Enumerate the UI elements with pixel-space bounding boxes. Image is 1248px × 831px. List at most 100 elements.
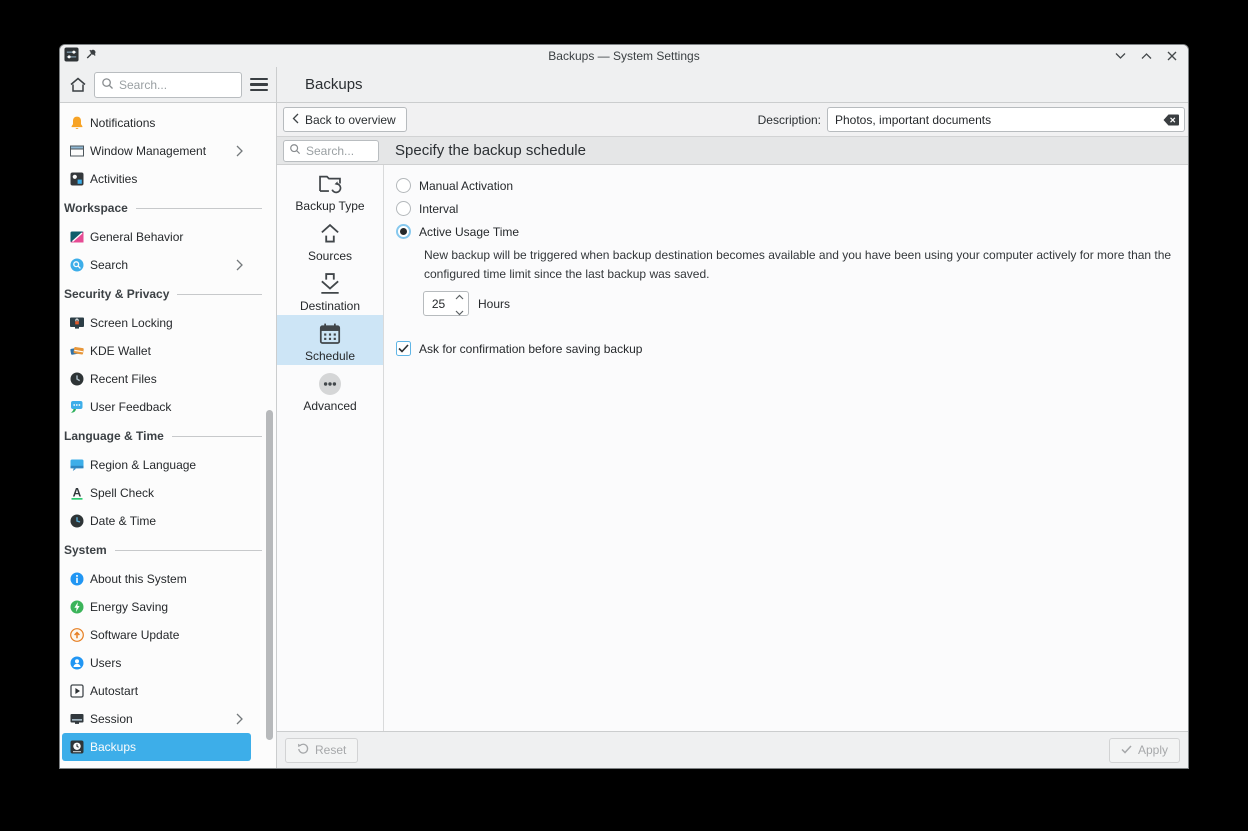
spin-down-icon[interactable] <box>455 305 464 319</box>
search-icon <box>289 143 301 158</box>
sidebar-section-system: System <box>60 535 262 565</box>
nav-item-backup-type[interactable]: Backup Type <box>277 165 383 215</box>
activities-icon <box>68 171 85 188</box>
chevron-right-icon <box>236 145 243 157</box>
session-icon <box>68 711 85 728</box>
desktop-background: Backups — System Settings <box>0 0 1248 831</box>
screen-locking-icon <box>68 315 85 332</box>
schedule-help-text: New backup will be triggered when backup… <box>424 246 1174 284</box>
check-icon <box>1121 743 1132 757</box>
sidebar-item-date-time[interactable]: Date & Time <box>62 507 251 535</box>
notifications-icon <box>68 115 85 132</box>
backups-icon <box>68 739 85 756</box>
radio-selected-icon <box>396 224 411 239</box>
schedule-form: Manual Activation Interval Active Usage … <box>384 165 1188 731</box>
app-icon <box>64 47 79 65</box>
sidebar-item-region-language[interactable]: Region & Language <box>62 451 251 479</box>
panel-search-input[interactable] <box>306 144 373 158</box>
radio-icon <box>396 178 411 193</box>
sidebar-scrollbar[interactable] <box>266 410 273 740</box>
reset-button[interactable]: Reset <box>285 738 358 763</box>
backup-nav: Backup Type Sources Dest <box>277 165 384 731</box>
about-icon <box>68 571 85 588</box>
search-icon <box>101 77 114 93</box>
minimize-button[interactable] <box>1114 50 1126 62</box>
sidebar-section-workspace: Workspace <box>60 193 262 223</box>
sidebar-item-spell-check[interactable]: A Spell Check <box>62 479 251 507</box>
sidebar-item-screen-locking[interactable]: Screen Locking <box>62 309 251 337</box>
radio-active-usage-time[interactable]: Active Usage Time <box>396 220 1174 243</box>
sidebar-item-window-management[interactable]: Window Management <box>62 137 251 165</box>
page-title: Backups <box>277 67 363 102</box>
apply-button[interactable]: Apply <box>1109 738 1180 763</box>
schedule-icon <box>317 320 343 347</box>
description-field[interactable] <box>827 107 1185 132</box>
sidebar-item-notifications[interactable]: Notifications <box>62 109 251 137</box>
advanced-icon <box>317 370 343 397</box>
kde-wallet-icon <box>68 343 85 360</box>
nav-item-advanced[interactable]: Advanced <box>277 365 383 415</box>
sidebar-item-general-behavior[interactable]: General Behavior <box>62 223 251 251</box>
pin-icon <box>85 48 98 64</box>
radio-icon <box>396 201 411 216</box>
sidebar-search[interactable] <box>94 72 242 98</box>
module-toolbar: Back to overview Description: <box>277 103 1188 136</box>
nav-item-destination[interactable]: Destination <box>277 265 383 315</box>
sources-icon <box>317 220 343 247</box>
sidebar-item-energy-saving[interactable]: Energy Saving <box>62 593 251 621</box>
region-language-icon <box>68 457 85 474</box>
users-icon <box>68 655 85 672</box>
radio-interval[interactable]: Interval <box>396 197 1174 220</box>
nav-item-schedule[interactable]: Schedule <box>277 315 383 365</box>
system-settings-window: Backups — System Settings <box>60 45 1188 768</box>
nav-item-sources[interactable]: Sources <box>277 215 383 265</box>
reset-icon <box>297 743 309 758</box>
backup-type-icon <box>317 170 343 197</box>
sidebar-item-recent-files[interactable]: Recent Files <box>62 365 251 393</box>
home-button[interactable] <box>66 73 90 97</box>
confirm-checkbox-row[interactable]: Ask for confirmation before saving backu… <box>396 341 1174 356</box>
app-header: Backups <box>60 67 1188 103</box>
sidebar-item-session[interactable]: Session <box>62 705 251 733</box>
sidebar-item-user-feedback[interactable]: User Feedback <box>62 393 251 421</box>
sidebar-item-backups[interactable]: Backups <box>62 733 251 761</box>
chevron-left-icon <box>292 113 299 127</box>
checkbox-checked-icon <box>396 341 411 356</box>
user-feedback-icon <box>68 399 85 416</box>
clear-text-icon[interactable] <box>1162 111 1180 129</box>
sidebar-section-security-privacy: Security & Privacy <box>60 279 262 309</box>
sidebar-item-users[interactable]: Users <box>62 649 251 677</box>
hours-value: 25 <box>424 297 453 311</box>
radio-manual-activation[interactable]: Manual Activation <box>396 174 1174 197</box>
module-footer: Reset Apply <box>277 731 1188 768</box>
description-label: Description: <box>758 113 821 127</box>
menu-icon[interactable] <box>250 78 268 92</box>
recent-files-icon <box>68 371 85 388</box>
back-to-overview-button[interactable]: Back to overview <box>283 107 407 132</box>
sidebar-item-about-this-system[interactable]: About this System <box>62 565 251 593</box>
sidebar-section-language-time: Language & Time <box>60 421 262 451</box>
window-title: Backups — System Settings <box>60 49 1188 63</box>
sidebar-item-kde-wallet[interactable]: KDE Wallet <box>62 337 251 365</box>
spin-up-icon[interactable] <box>455 289 464 303</box>
window-management-icon <box>68 143 85 160</box>
panel-title: Specify the backup schedule <box>395 142 586 159</box>
panel-search[interactable] <box>283 140 379 162</box>
titlebar[interactable]: Backups — System Settings <box>60 45 1188 67</box>
description-input[interactable] <box>835 113 1162 127</box>
sidebar-search-input[interactable] <box>119 78 235 92</box>
chevron-right-icon <box>236 713 243 725</box>
sidebar-item-software-update[interactable]: Software Update <box>62 621 251 649</box>
hours-spinbox[interactable]: 25 <box>423 291 469 316</box>
autostart-icon <box>68 683 85 700</box>
sidebar-item-autostart[interactable]: Autostart <box>62 677 251 705</box>
sidebar-item-search[interactable]: Search <box>62 251 251 279</box>
spell-check-icon: A <box>68 485 85 502</box>
category-sidebar: Notifications Window Management Activiti… <box>60 103 277 768</box>
general-behavior-icon <box>68 229 85 246</box>
maximize-button[interactable] <box>1140 50 1152 62</box>
energy-saving-icon <box>68 599 85 616</box>
sidebar-item-activities[interactable]: Activities <box>62 165 251 193</box>
panel-header: Specify the backup schedule <box>277 136 1188 165</box>
close-button[interactable] <box>1166 50 1178 62</box>
